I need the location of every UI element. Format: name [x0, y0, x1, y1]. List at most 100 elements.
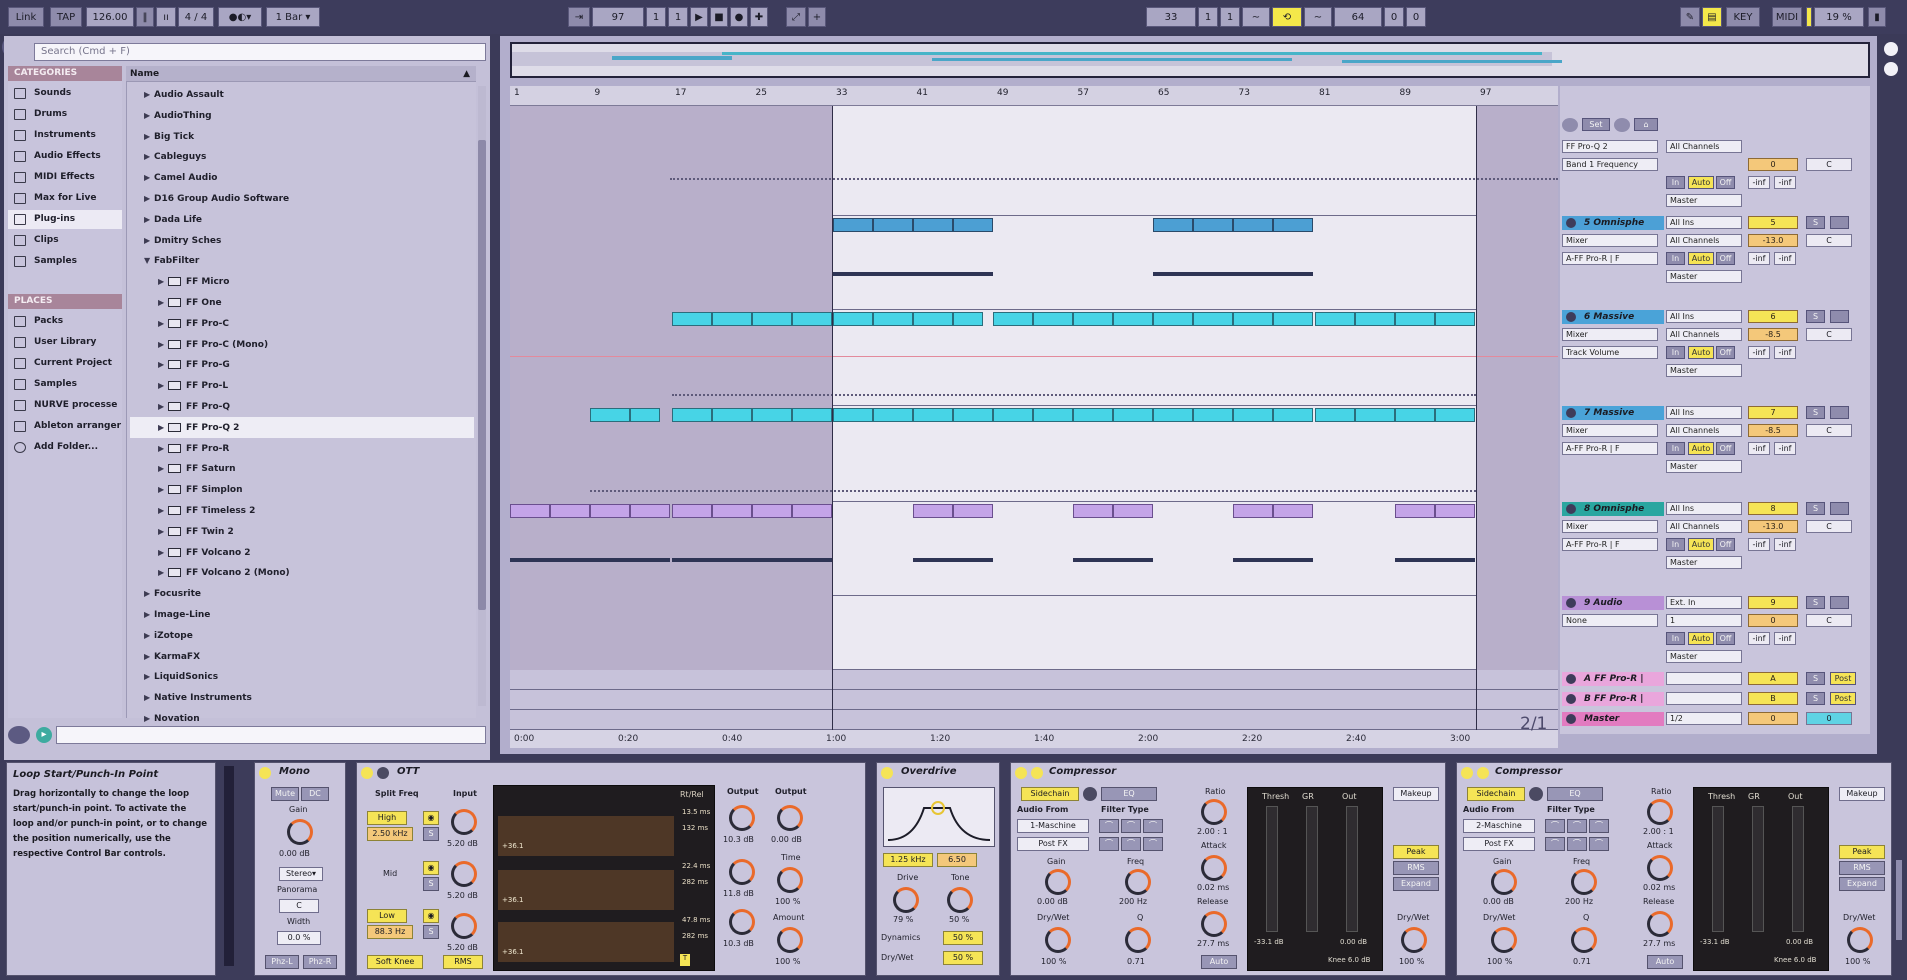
- chevron-right-icon[interactable]: ▶: [158, 396, 168, 417]
- clip[interactable]: [1233, 312, 1273, 326]
- clip[interactable]: [1193, 218, 1233, 232]
- send-b-field[interactable]: -inf: [1774, 632, 1796, 645]
- chevron-right-icon[interactable]: ▶: [144, 230, 154, 251]
- chevron-right-icon[interactable]: ▶: [158, 292, 168, 313]
- browser-item[interactable]: ▶ FF Pro-R: [130, 438, 474, 459]
- clip[interactable]: [1273, 312, 1313, 326]
- volume-field[interactable]: -13.0: [1748, 520, 1798, 533]
- clip[interactable]: [1113, 312, 1153, 326]
- clip[interactable]: [1315, 312, 1355, 326]
- clip[interactable]: [550, 504, 590, 518]
- filter-type-icon[interactable]: ⌒: [1545, 819, 1565, 833]
- metronome-toggle[interactable]: ●◐▾: [218, 7, 262, 27]
- release-knob[interactable]: [1201, 911, 1227, 937]
- clip[interactable]: [1395, 408, 1435, 422]
- device-on-icon[interactable]: [1015, 767, 1027, 779]
- output-drywet-knob[interactable]: [1847, 927, 1873, 953]
- browser-item[interactable]: ▶ FF Pro-L: [130, 375, 474, 396]
- device-chain-handle[interactable]: [224, 766, 234, 966]
- high-attack[interactable]: 13.5 ms: [682, 808, 710, 816]
- output-drywet-knob[interactable]: [1401, 927, 1427, 953]
- device-chooser[interactable]: Mixer: [1562, 520, 1658, 533]
- loop-switch-icon[interactable]: ⟲: [1272, 7, 1302, 27]
- output-chooser[interactable]: Master: [1666, 650, 1742, 663]
- name-column-header[interactable]: Name ▲: [126, 66, 476, 82]
- send-a-field[interactable]: -inf: [1748, 346, 1770, 359]
- chevron-right-icon[interactable]: ▶: [144, 146, 154, 167]
- category-sounds[interactable]: Sounds: [8, 84, 122, 103]
- browser-item[interactable]: ▶ FF One: [130, 292, 474, 313]
- place-nurve-processe[interactable]: NURVE processe: [8, 396, 122, 415]
- chevron-right-icon[interactable]: ▶: [144, 666, 154, 687]
- fold-icon[interactable]: [1566, 674, 1576, 684]
- clip[interactable]: [752, 408, 792, 422]
- device-on-icon[interactable]: [1461, 767, 1473, 779]
- fold-icon[interactable]: [1566, 218, 1576, 228]
- arm-record-icon[interactable]: [1830, 406, 1849, 419]
- browser-item[interactable]: ▶ FF Simplon: [130, 479, 474, 500]
- overview-strip[interactable]: [510, 42, 1870, 78]
- chevron-right-icon[interactable]: ▶: [158, 313, 168, 334]
- clip[interactable]: [1073, 408, 1113, 422]
- master-output-chooser[interactable]: 1/2: [1666, 712, 1742, 725]
- track-activator[interactable]: 5: [1748, 216, 1798, 229]
- q-knob[interactable]: [1125, 927, 1151, 953]
- fold-icon[interactable]: [1566, 312, 1576, 322]
- return-letter[interactable]: B: [1748, 692, 1798, 705]
- send-a-field[interactable]: -inf: [1748, 252, 1770, 265]
- return-output-chooser[interactable]: [1666, 672, 1742, 685]
- return-lane-a[interactable]: [510, 670, 1558, 690]
- pan-field[interactable]: C: [1806, 424, 1852, 437]
- solo-button[interactable]: S: [1806, 672, 1825, 685]
- volume-field[interactable]: 0: [1748, 158, 1798, 171]
- gain-knob[interactable]: [1491, 869, 1517, 895]
- browser-scroll-thumb[interactable]: [478, 140, 486, 610]
- clip[interactable]: [752, 504, 792, 518]
- browser-item[interactable]: ▶ D16 Group Audio Software: [130, 188, 474, 209]
- input-type-chooser[interactable]: Ext. In: [1666, 596, 1742, 609]
- browser-item[interactable]: ▶ Audio Assault: [130, 84, 474, 105]
- loop-start-beats[interactable]: 1: [1198, 7, 1218, 27]
- monitor-in-button[interactable]: In: [1666, 442, 1685, 455]
- clip[interactable]: [1073, 504, 1113, 518]
- ratio-knob[interactable]: [1201, 799, 1227, 825]
- filter-type-icon[interactable]: ⌒: [1099, 837, 1119, 851]
- input-type-chooser[interactable]: All Ins: [1666, 216, 1742, 229]
- track-lane[interactable]: [510, 216, 1558, 310]
- mode-select[interactable]: Stereo▾: [279, 867, 323, 881]
- clip[interactable]: [672, 408, 712, 422]
- monitor-in-button[interactable]: In: [1666, 632, 1685, 645]
- clip[interactable]: [792, 504, 832, 518]
- drywet-field[interactable]: 50 %: [943, 951, 983, 965]
- arrow-left-icon[interactable]: [1562, 118, 1578, 132]
- browser-item[interactable]: ▶ FF Pro-Q 2: [130, 416, 474, 438]
- input-type-chooser[interactable]: All Ins: [1666, 310, 1742, 323]
- clip[interactable]: [873, 408, 913, 422]
- monitor-in-button[interactable]: In: [1666, 346, 1685, 359]
- level-meter[interactable]: [1266, 806, 1278, 932]
- auto-release-button[interactable]: Auto: [1647, 955, 1683, 969]
- chevron-right-icon[interactable]: ▶: [144, 126, 154, 147]
- filter-type-icon[interactable]: ⌒: [1567, 837, 1587, 851]
- link-button[interactable]: Link: [8, 7, 44, 27]
- monitor-auto-button[interactable]: Auto: [1688, 442, 1714, 455]
- monitor-auto-button[interactable]: Auto: [1688, 538, 1714, 551]
- low-output-knob[interactable]: [729, 909, 755, 935]
- clip[interactable]: [510, 504, 550, 518]
- clip[interactable]: [792, 312, 832, 326]
- track-activator[interactable]: 9: [1748, 596, 1798, 609]
- post-fx-select[interactable]: Post FX: [1463, 837, 1535, 851]
- width-field[interactable]: 0.0 %: [277, 931, 321, 945]
- track-header[interactable]: 9 Audio: [1562, 596, 1664, 610]
- add-icon[interactable]: +: [808, 7, 826, 27]
- sidechain-fold-icon[interactable]: [1477, 767, 1489, 779]
- chevron-right-icon[interactable]: ▶: [158, 521, 168, 542]
- clip[interactable]: [1153, 312, 1193, 326]
- low-release[interactable]: 282 ms: [682, 932, 708, 940]
- ratio-knob[interactable]: [1647, 799, 1673, 825]
- clip[interactable]: [1355, 408, 1395, 422]
- clip[interactable]: [672, 312, 712, 326]
- mid-input-knob[interactable]: [451, 861, 477, 887]
- track-header[interactable]: 5 Omnisphe: [1562, 216, 1664, 230]
- clip[interactable]: [1355, 312, 1395, 326]
